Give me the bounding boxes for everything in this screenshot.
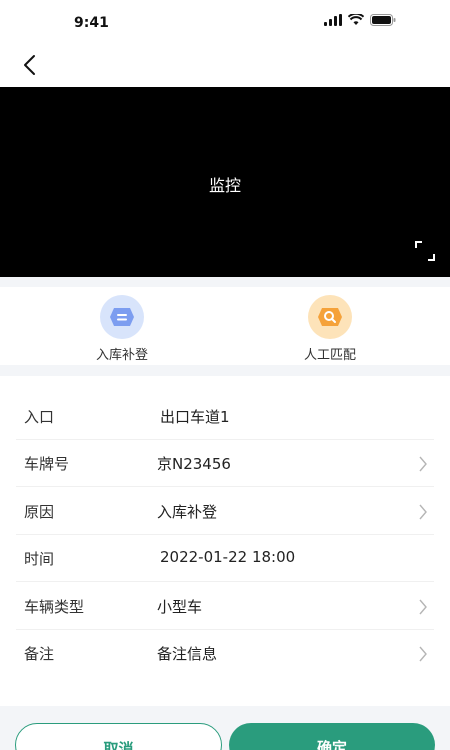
row-value-entrance: 出口车道1 (160, 408, 230, 426)
row-reason[interactable]: 原因 入库补登 (16, 487, 434, 535)
status-icons (324, 14, 396, 26)
row-remark[interactable]: 备注 备注信息 (16, 629, 434, 677)
chevron-right-icon (419, 504, 427, 520)
chevron-right-icon (419, 599, 427, 615)
wifi-icon (348, 14, 364, 25)
status-time: 9:41 (74, 15, 109, 31)
chevron-right-icon (419, 646, 427, 662)
nav-bar (0, 44, 450, 87)
cancel-button[interactable]: 取消 (15, 723, 222, 750)
fullscreen-button[interactable] (415, 241, 435, 261)
row-label-plate: 车牌号 (24, 455, 70, 473)
row-value-time: 2022-01-22 18:00 (160, 548, 296, 566)
entry-record-icon-bg (100, 295, 144, 339)
manual-match-label: 人工匹配 (303, 348, 356, 363)
row-value-remark: 备注信息 (157, 645, 218, 663)
footer: 取消 确定 (0, 706, 450, 750)
manual-match-icon (318, 308, 342, 326)
fullscreen-icon (415, 241, 435, 261)
chevron-left-icon (24, 55, 35, 75)
back-button[interactable] (14, 50, 44, 80)
manual-match-icon-bg (308, 295, 352, 339)
row-label-vehicle-type: 车辆类型 (24, 598, 85, 616)
confirm-button[interactable]: 确定 (229, 723, 435, 750)
row-value-reason: 入库补登 (157, 503, 218, 521)
monitor-video[interactable]: 监控 (0, 87, 450, 277)
monitor-label: 监控 (208, 176, 241, 195)
row-time: 时间 2022-01-22 18:00 (16, 534, 434, 582)
row-value-vehicle-type: 小型车 (157, 598, 203, 616)
battery-icon (370, 14, 396, 26)
entry-record-label: 入库补登 (95, 348, 148, 363)
signal-icon (324, 14, 342, 26)
status-bar: 9:41 (0, 0, 450, 44)
entry-record-action[interactable]: 入库补登 (62, 295, 182, 363)
row-label-entrance: 入口 (24, 408, 55, 426)
row-vehicle-type[interactable]: 车辆类型 小型车 (16, 582, 434, 630)
record-form: 入口 出口车道1 车牌号 京N23456 原因 入库补登 时间 2022-01-… (0, 376, 450, 706)
row-plate[interactable]: 车牌号 京N23456 (16, 439, 434, 487)
row-label-reason: 原因 (24, 503, 55, 521)
manual-match-action[interactable]: 人工匹配 (270, 295, 390, 363)
quick-actions: 入库补登 人工匹配 (0, 287, 450, 365)
row-label-time: 时间 (24, 550, 55, 568)
row-entrance: 入口 出口车道1 (16, 392, 434, 440)
row-label-remark: 备注 (24, 645, 55, 663)
chevron-right-icon (419, 456, 427, 472)
row-value-plate: 京N23456 (157, 455, 231, 473)
entry-record-icon (110, 308, 134, 326)
